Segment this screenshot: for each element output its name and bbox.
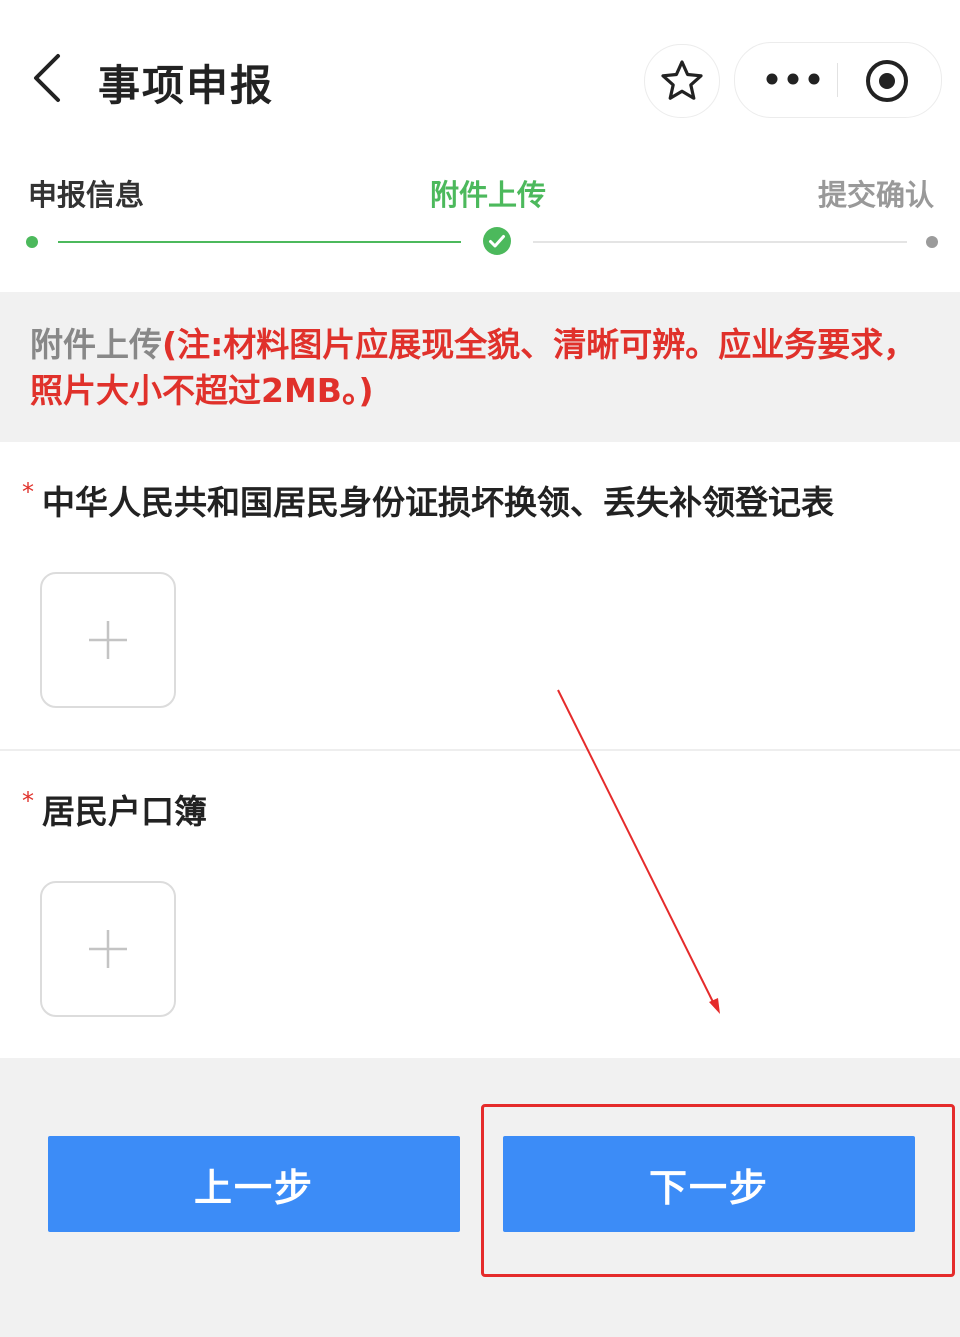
mini-program-capsule: [734, 42, 942, 118]
more-icon: [766, 73, 820, 85]
required-mark: *: [22, 478, 34, 506]
annotation-highlight-box: [481, 1104, 955, 1277]
navigation-bar: 事项申报: [0, 0, 960, 150]
previous-step-button[interactable]: 上一步: [48, 1136, 460, 1232]
close-mini-program-button[interactable]: [863, 57, 911, 105]
document-title: 中华人民共和国居民身份证损坏换领、丢失补领登记表: [42, 483, 834, 522]
star-icon: [661, 60, 703, 100]
step-label-confirm: 提交确认: [817, 178, 934, 212]
chevron-left-icon: [34, 54, 60, 102]
step-line-pending: [533, 241, 907, 243]
step-line-done: [58, 241, 461, 243]
step-label-info: 申报信息: [28, 178, 145, 212]
step-dot-pending: [926, 236, 938, 248]
upload-button[interactable]: [40, 881, 176, 1017]
document-title: 居民户口簿: [42, 792, 207, 831]
step-dot-done: [26, 236, 38, 248]
target-icon: [866, 60, 908, 102]
notice-warning: (注:材料图片应展现全貌、清晰可辨。应业务要求，照片大小不超过2MB。): [30, 325, 917, 410]
back-button[interactable]: [30, 52, 70, 104]
more-button[interactable]: [763, 69, 823, 89]
step-check-current: [483, 227, 511, 255]
plus-icon: [89, 930, 127, 968]
required-mark: *: [22, 787, 34, 815]
check-circle-icon: [483, 227, 511, 255]
step-label-upload: 附件上传: [430, 178, 547, 212]
favorite-button[interactable]: [644, 44, 720, 118]
upload-notice: 附件上传(注:材料图片应展现全貌、清晰可辨。应业务要求，照片大小不超过2MB。): [0, 292, 960, 442]
notice-heading: 附件上传: [30, 325, 162, 364]
capsule-divider: [837, 63, 838, 97]
page-title: 事项申报: [98, 61, 275, 110]
plus-icon: [89, 621, 127, 659]
document-section-id-card-form: * 中华人民共和国居民身份证损坏换领、丢失补领登记表: [0, 442, 960, 749]
progress-steps: 申报信息 附件上传 提交确认: [0, 150, 960, 292]
document-section-household-register: * 居民户口簿: [0, 751, 960, 1058]
upload-button[interactable]: [40, 572, 176, 708]
